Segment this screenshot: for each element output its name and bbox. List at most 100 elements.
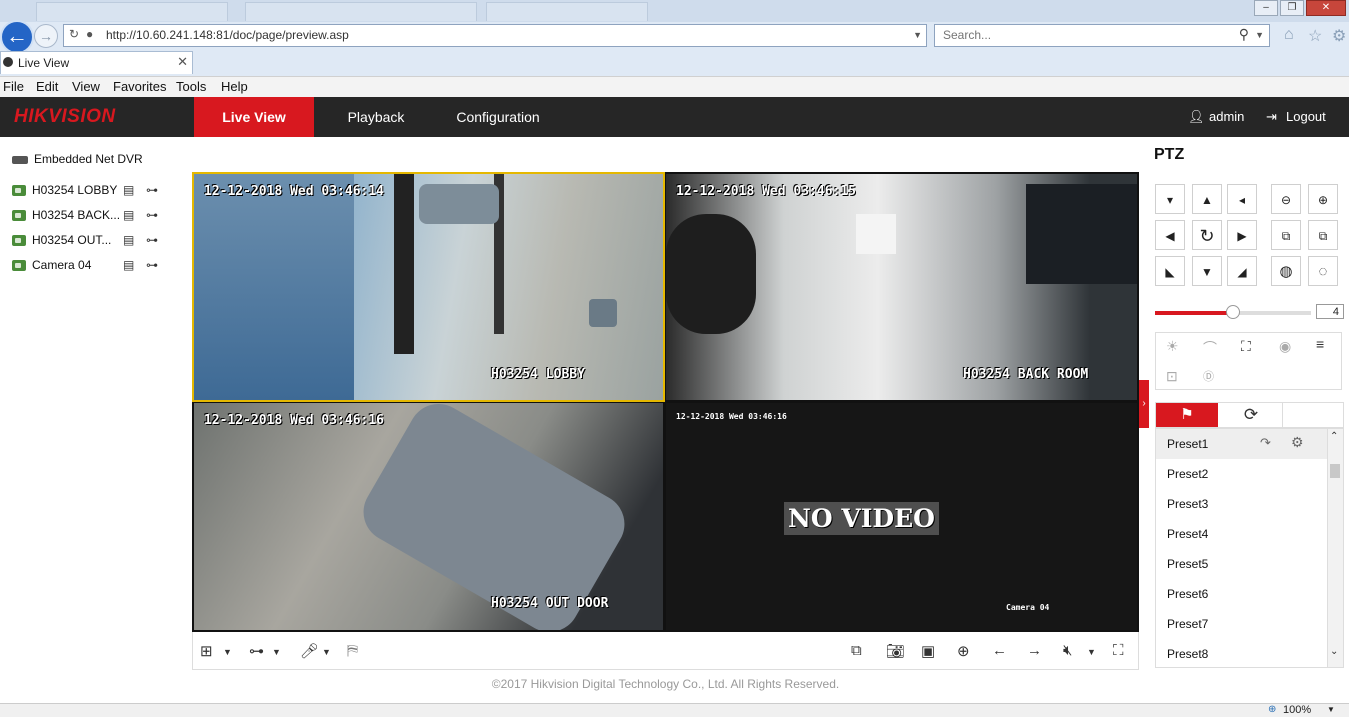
menu-view[interactable]: View xyxy=(72,79,100,94)
scrollbar-thumb[interactable] xyxy=(1330,464,1340,478)
menu-icon[interactable]: ≡ xyxy=(1316,336,1324,352)
window-layout-icon[interactable]: ⊞ xyxy=(200,642,213,660)
pan-upleft-button[interactable]: ▾ xyxy=(1155,184,1185,214)
previous-page-icon[interactable]: ← xyxy=(992,642,1007,659)
record-clip-icon[interactable]: ▣ xyxy=(921,642,935,660)
tilt-down-button[interactable]: ▼ xyxy=(1192,256,1222,286)
address-bar[interactable]: ↻ ● http://10.60.241.148:81/doc/page/pre… xyxy=(63,24,927,47)
video-tile-back-room[interactable]: 12-12-2018 Wed 03:46:15 H03254 BACK ROOM xyxy=(666,174,1137,400)
speed-slider-thumb[interactable] xyxy=(1226,305,1240,319)
camera-item[interactable]: H03254 BACK... ▤ ⊶ xyxy=(12,208,167,226)
preset-item[interactable]: Preset1 xyxy=(1167,437,1208,451)
favorites-star-icon[interactable]: ☆ xyxy=(1308,26,1322,46)
speed-value[interactable]: 4 xyxy=(1316,304,1344,319)
auto-scan-button[interactable]: ↻ xyxy=(1192,220,1222,250)
camera-item[interactable]: H03254 LOBBY ▤ ⊶ xyxy=(12,183,167,201)
preset-item[interactable]: Preset8 xyxy=(1167,647,1208,661)
logout-link[interactable]: Logout xyxy=(1286,109,1326,124)
tab-playback[interactable]: Playback xyxy=(320,97,432,137)
tilt-up-button[interactable]: ▲ xyxy=(1192,184,1222,214)
pan-right-button[interactable]: ▶ xyxy=(1227,220,1257,250)
volume-mute-icon[interactable]: 🔇︎ xyxy=(1063,642,1072,659)
record-icon[interactable]: ▤ xyxy=(123,258,134,272)
3d-zoom-icon[interactable]: Ⓓ xyxy=(1203,368,1214,384)
url-text[interactable]: http://10.60.241.148:81/doc/page/preview… xyxy=(106,28,349,42)
menu-tools[interactable]: Tools xyxy=(176,79,206,94)
close-window-button[interactable]: ✕ xyxy=(1306,0,1346,16)
light-icon[interactable]: ☀ xyxy=(1166,338,1179,355)
refresh-icon[interactable]: ↻ xyxy=(69,27,79,41)
video-tile-outdoor[interactable]: 12-12-2018 Wed 03:46:16 H03254 OUT DOOR xyxy=(194,403,663,630)
focus-far-button[interactable]: ⧉ xyxy=(1308,220,1338,250)
minimize-button[interactable]: – xyxy=(1254,0,1278,16)
ptz-control-icon[interactable]: ⊶ xyxy=(146,208,158,222)
iris-close-button[interactable]: ◌ xyxy=(1308,256,1338,286)
manual-track-icon[interactable]: ⊡ xyxy=(1166,368,1178,385)
pan-downright-button[interactable]: ◢ xyxy=(1227,256,1257,286)
background-tab[interactable] xyxy=(245,2,477,21)
zoom-level[interactable]: 100% xyxy=(1283,704,1311,716)
camera-item[interactable]: Camera 04 ▤ ⊶ xyxy=(12,258,167,276)
chevron-down-icon[interactable]: ▼ xyxy=(322,647,331,657)
stop-all-preview-icon[interactable]: ⧉ xyxy=(851,642,862,659)
active-tab[interactable]: Live View ✕ xyxy=(0,51,193,74)
preset-item[interactable]: Preset2 xyxy=(1167,467,1208,481)
call-preset-icon[interactable]: ↷ xyxy=(1260,435,1271,451)
background-tab[interactable] xyxy=(486,2,648,21)
menu-help[interactable]: Help xyxy=(221,79,248,94)
speed-slider-track[interactable] xyxy=(1155,305,1311,319)
home-icon[interactable]: ⌂ xyxy=(1284,26,1294,44)
background-tab[interactable] xyxy=(36,2,228,21)
chevron-down-icon[interactable]: ▼ xyxy=(272,647,281,657)
patrol-tab-icon[interactable]: ⟳ xyxy=(1220,403,1283,427)
wiper-icon[interactable]: ⌒ xyxy=(1203,338,1217,358)
next-page-icon[interactable]: → xyxy=(1027,642,1042,659)
scroll-up-icon[interactable]: ⌃ xyxy=(1330,431,1338,442)
fullscreen-icon[interactable]: ⛶ xyxy=(1113,642,1124,659)
digital-zoom-icon[interactable]: ⊕ xyxy=(957,642,970,660)
preset-item[interactable]: Preset4 xyxy=(1167,527,1208,541)
device-node[interactable]: Embedded Net DVR xyxy=(12,152,143,170)
auxiliary-focus-icon[interactable]: ⛶ xyxy=(1241,338,1251,355)
settings-gear-icon[interactable]: ⚙ xyxy=(1332,26,1346,46)
chevron-down-icon[interactable]: ▼ xyxy=(913,30,922,40)
alarm-output-icon[interactable]: ⛿ xyxy=(347,642,358,659)
stream-type-icon[interactable]: ⊶ xyxy=(249,642,264,660)
chevron-down-icon[interactable]: ▼ xyxy=(1087,647,1096,657)
ptz-control-icon[interactable]: ⊶ xyxy=(146,183,158,197)
pan-left-button[interactable]: ◀ xyxy=(1155,220,1185,250)
preset-item[interactable]: Preset5 xyxy=(1167,557,1208,571)
preset-scrollbar[interactable]: ⌃ ⌄ xyxy=(1327,429,1343,667)
camera-item[interactable]: H03254 OUT... ▤ ⊶ xyxy=(12,233,167,251)
preset-item[interactable]: Preset7 xyxy=(1167,617,1208,631)
forward-button[interactable]: → xyxy=(34,24,58,48)
tab-live-view[interactable]: Live View xyxy=(194,97,314,137)
zoom-in-button[interactable]: ⊕ xyxy=(1308,184,1338,214)
lens-init-icon[interactable]: ◉ xyxy=(1279,338,1291,355)
menu-edit[interactable]: Edit xyxy=(36,79,58,94)
preset-item[interactable]: Preset3 xyxy=(1167,497,1208,511)
pan-upright-button[interactable]: ◂ xyxy=(1227,184,1257,214)
collapse-panel-handle[interactable]: › xyxy=(1139,380,1149,428)
record-icon[interactable]: ▤ xyxy=(123,233,134,247)
tab-configuration[interactable]: Configuration xyxy=(440,97,556,137)
record-icon[interactable]: ▤ xyxy=(123,183,134,197)
record-icon[interactable]: ▤ xyxy=(123,208,134,222)
search-box[interactable]: ⚲ ▼ xyxy=(934,24,1270,47)
video-tile-lobby[interactable]: 12-12-2018 Wed 03:46:14 H03254 LOBBY xyxy=(192,172,665,402)
preset-item[interactable]: Preset6 xyxy=(1167,587,1208,601)
search-icon[interactable]: ⚲ xyxy=(1239,26,1249,43)
preset-tab-flag-icon[interactable]: ⚑ xyxy=(1156,403,1218,427)
close-tab-icon[interactable]: ✕ xyxy=(177,54,188,70)
chevron-down-icon[interactable]: ▼ xyxy=(1327,705,1335,714)
video-tile-camera-04[interactable]: 12-12-2018 Wed 03:46:16 NO VIDEO Camera … xyxy=(666,403,1137,630)
set-preset-gear-icon[interactable]: ⚙ xyxy=(1291,434,1304,451)
ptz-control-icon[interactable]: ⊶ xyxy=(146,233,158,247)
logout-icon[interactable]: ⇥ xyxy=(1266,109,1277,125)
scroll-down-icon[interactable]: ⌄ xyxy=(1330,646,1338,657)
menu-file[interactable]: File xyxy=(3,79,24,94)
search-input[interactable] xyxy=(941,27,1225,43)
iris-open-button[interactable]: ◍ xyxy=(1271,256,1301,286)
pan-downleft-button[interactable]: ◣ xyxy=(1155,256,1185,286)
chevron-down-icon[interactable]: ▼ xyxy=(223,647,232,657)
